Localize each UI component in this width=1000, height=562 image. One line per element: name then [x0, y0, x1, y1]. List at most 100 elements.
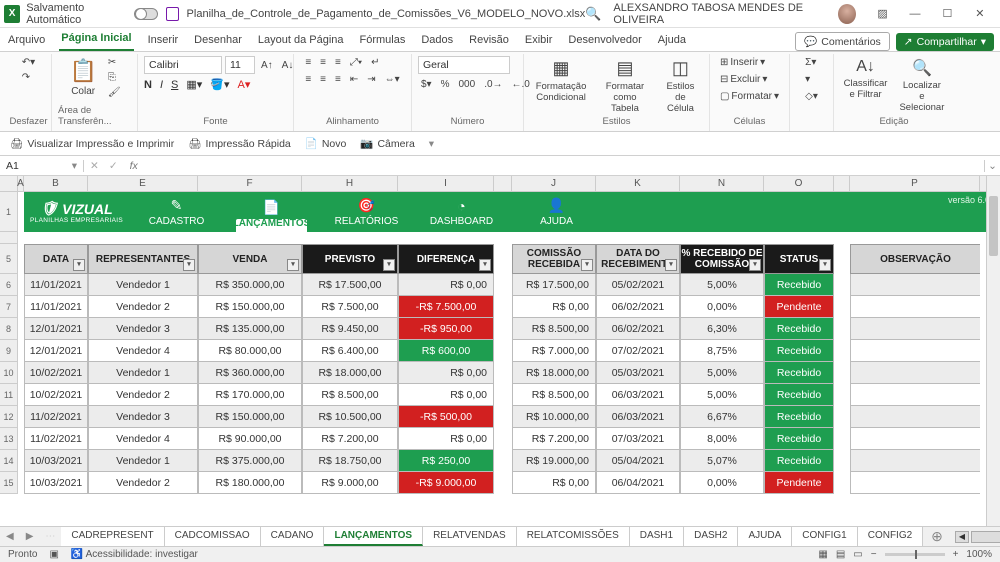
name-box[interactable]: A1▾: [0, 160, 84, 172]
tab-desenvolvedor[interactable]: Desenvolvedor: [566, 30, 643, 51]
cell-data-rec[interactable]: 06/02/2021: [596, 296, 680, 318]
cell-status[interactable]: Recebido: [764, 274, 834, 296]
format-cells-button[interactable]: ▢ Formatar ▾: [717, 90, 782, 103]
cell-diferenca[interactable]: R$ 600,00: [398, 340, 494, 362]
th-previsto[interactable]: PREVISTO▾: [302, 244, 398, 274]
cell-obs[interactable]: [850, 274, 980, 296]
cell-status[interactable]: Pendente: [764, 472, 834, 494]
view-normal-icon[interactable]: ▦: [818, 549, 827, 560]
cell-style-button[interactable]: ◫Estilos de Célula: [658, 56, 703, 116]
orientation-icon[interactable]: ⤢▾: [347, 56, 365, 69]
cell-obs[interactable]: [850, 362, 980, 384]
cell-data-rec[interactable]: 07/02/2021: [596, 340, 680, 362]
qat-dropdown-icon[interactable]: ▾: [429, 138, 434, 150]
cell-rep[interactable]: Vendedor 4: [88, 340, 198, 362]
new-sheet-button[interactable]: ⊕: [923, 528, 951, 545]
cell-previsto[interactable]: R$ 17.500,00: [302, 274, 398, 296]
cell-pct[interactable]: 5,00%: [680, 362, 764, 384]
cell-previsto[interactable]: R$ 9.000,00: [302, 472, 398, 494]
cell-rep[interactable]: Vendedor 4: [88, 428, 198, 450]
tab-inserir[interactable]: Inserir: [146, 30, 181, 51]
cell-data-rec[interactable]: 05/02/2021: [596, 274, 680, 296]
enter-icon[interactable]: ✓: [105, 160, 122, 172]
cell-data-rec[interactable]: 05/04/2021: [596, 450, 680, 472]
font-color-icon[interactable]: A▾: [238, 78, 251, 91]
nav-ajuda[interactable]: 👤AJUDA: [509, 197, 604, 227]
cell-previsto[interactable]: R$ 7.200,00: [302, 428, 398, 450]
th-comissao[interactable]: COMISSÃO RECEBIDA▾: [512, 244, 596, 274]
view-break-icon[interactable]: ▭: [853, 549, 862, 560]
col-p[interactable]: P: [850, 176, 980, 191]
cell-previsto[interactable]: R$ 8.500,00: [302, 384, 398, 406]
th-status[interactable]: STATUS▾: [764, 244, 834, 274]
cell-status[interactable]: Recebido: [764, 450, 834, 472]
percent-icon[interactable]: %: [438, 78, 453, 91]
sheet-tab[interactable]: CONFIG1: [792, 527, 857, 546]
share-button[interactable]: ↗ Compartilhar ▾: [896, 33, 994, 51]
close-button[interactable]: ✕: [964, 0, 996, 28]
cell-data[interactable]: 10/03/2021: [24, 450, 88, 472]
tab-desenhar[interactable]: Desenhar: [192, 30, 244, 51]
tab-revisao[interactable]: Revisão: [467, 30, 511, 51]
cell-pct[interactable]: 8,00%: [680, 428, 764, 450]
cell-diferenca[interactable]: R$ 0,00: [398, 428, 494, 450]
cell-comissao[interactable]: R$ 7.200,00: [512, 428, 596, 450]
cell-status[interactable]: Recebido: [764, 428, 834, 450]
cell-diferenca[interactable]: R$ 0,00: [398, 274, 494, 296]
cell-data[interactable]: 11/02/2021: [24, 428, 88, 450]
redo-icon[interactable]: ↷: [19, 71, 38, 84]
sheet-tab[interactable]: CADANO: [261, 527, 325, 546]
formula-expand-icon[interactable]: ⌄: [984, 160, 1000, 172]
sheet-tab[interactable]: CADREPRESENT: [61, 527, 164, 546]
cell-data-rec[interactable]: 07/03/2021: [596, 428, 680, 450]
cell-data[interactable]: 10/02/2021: [24, 384, 88, 406]
table-row[interactable]: 12/01/2021Vendedor 4R$ 80.000,00R$ 6.400…: [24, 340, 1000, 362]
cell-obs[interactable]: [850, 472, 980, 494]
italic-icon[interactable]: I: [160, 79, 163, 91]
copy-icon[interactable]: ⎘: [105, 71, 124, 84]
nav-dashboard[interactable]: ◔DASHBOARD: [414, 198, 509, 227]
insert-cells-button[interactable]: ⊞ Inserir ▾: [717, 56, 768, 69]
cell-diferenca[interactable]: -R$ 500,00: [398, 406, 494, 428]
col-h[interactable]: H: [302, 176, 398, 191]
worksheet-grid[interactable]: 1 5 6 7 8 9 10 11 12 13 14 15 🛡 VIZUAL P…: [0, 192, 1000, 532]
sheet-tab[interactable]: DASH1: [630, 527, 684, 546]
sheet-tab[interactable]: CONFIG2: [858, 527, 923, 546]
cell-obs[interactable]: [850, 296, 980, 318]
cell-data[interactable]: 12/01/2021: [24, 340, 88, 362]
merge-icon[interactable]: ⇔▾: [382, 73, 403, 86]
autosave-toggle[interactable]: [134, 8, 158, 20]
cell-rep[interactable]: Vendedor 1: [88, 362, 198, 384]
status-macro-icon[interactable]: ▣: [49, 549, 58, 560]
nav-lancamentos[interactable]: 📄LANÇAMENTOS: [224, 197, 319, 227]
cell-venda[interactable]: R$ 135.000,00: [198, 318, 302, 340]
brush-icon[interactable]: 🖌: [105, 86, 124, 99]
align-bot-icon[interactable]: ≡: [332, 56, 344, 69]
fill-color-icon[interactable]: 🪣▾: [210, 78, 229, 91]
sheet-tab[interactable]: RELATVENDAS: [423, 527, 517, 546]
cell-pct[interactable]: 6,30%: [680, 318, 764, 340]
view-page-icon[interactable]: ▤: [836, 549, 845, 560]
undo-icon[interactable]: ↶▾: [19, 56, 38, 69]
cell-obs[interactable]: [850, 384, 980, 406]
cell-previsto[interactable]: R$ 6.400,00: [302, 340, 398, 362]
cell-venda[interactable]: R$ 80.000,00: [198, 340, 302, 362]
cell-data-rec[interactable]: 06/03/2021: [596, 384, 680, 406]
cut-icon[interactable]: ✂: [105, 56, 124, 69]
cell-data[interactable]: 10/03/2021: [24, 472, 88, 494]
zoom-out[interactable]: −: [871, 549, 877, 560]
fill-icon[interactable]: ▾: [802, 73, 813, 86]
zoom-in[interactable]: +: [953, 549, 959, 560]
sheet-nav-next[interactable]: ▶: [20, 531, 40, 542]
cell-previsto[interactable]: R$ 18.750,00: [302, 450, 398, 472]
sheet-tab[interactable]: DASH2: [684, 527, 738, 546]
cell-previsto[interactable]: R$ 10.500,00: [302, 406, 398, 428]
sheet-tab[interactable]: LANÇAMENTOS: [324, 527, 423, 546]
col-i[interactable]: I: [398, 176, 494, 191]
cell-status[interactable]: Recebido: [764, 362, 834, 384]
sort-filter-button[interactable]: A↓Classificar e Filtrar: [840, 56, 892, 102]
th-obs[interactable]: OBSERVAÇÃO: [850, 244, 980, 274]
tab-dados[interactable]: Dados: [419, 30, 455, 51]
col-k[interactable]: K: [596, 176, 680, 191]
cell-comissao[interactable]: R$ 10.000,00: [512, 406, 596, 428]
